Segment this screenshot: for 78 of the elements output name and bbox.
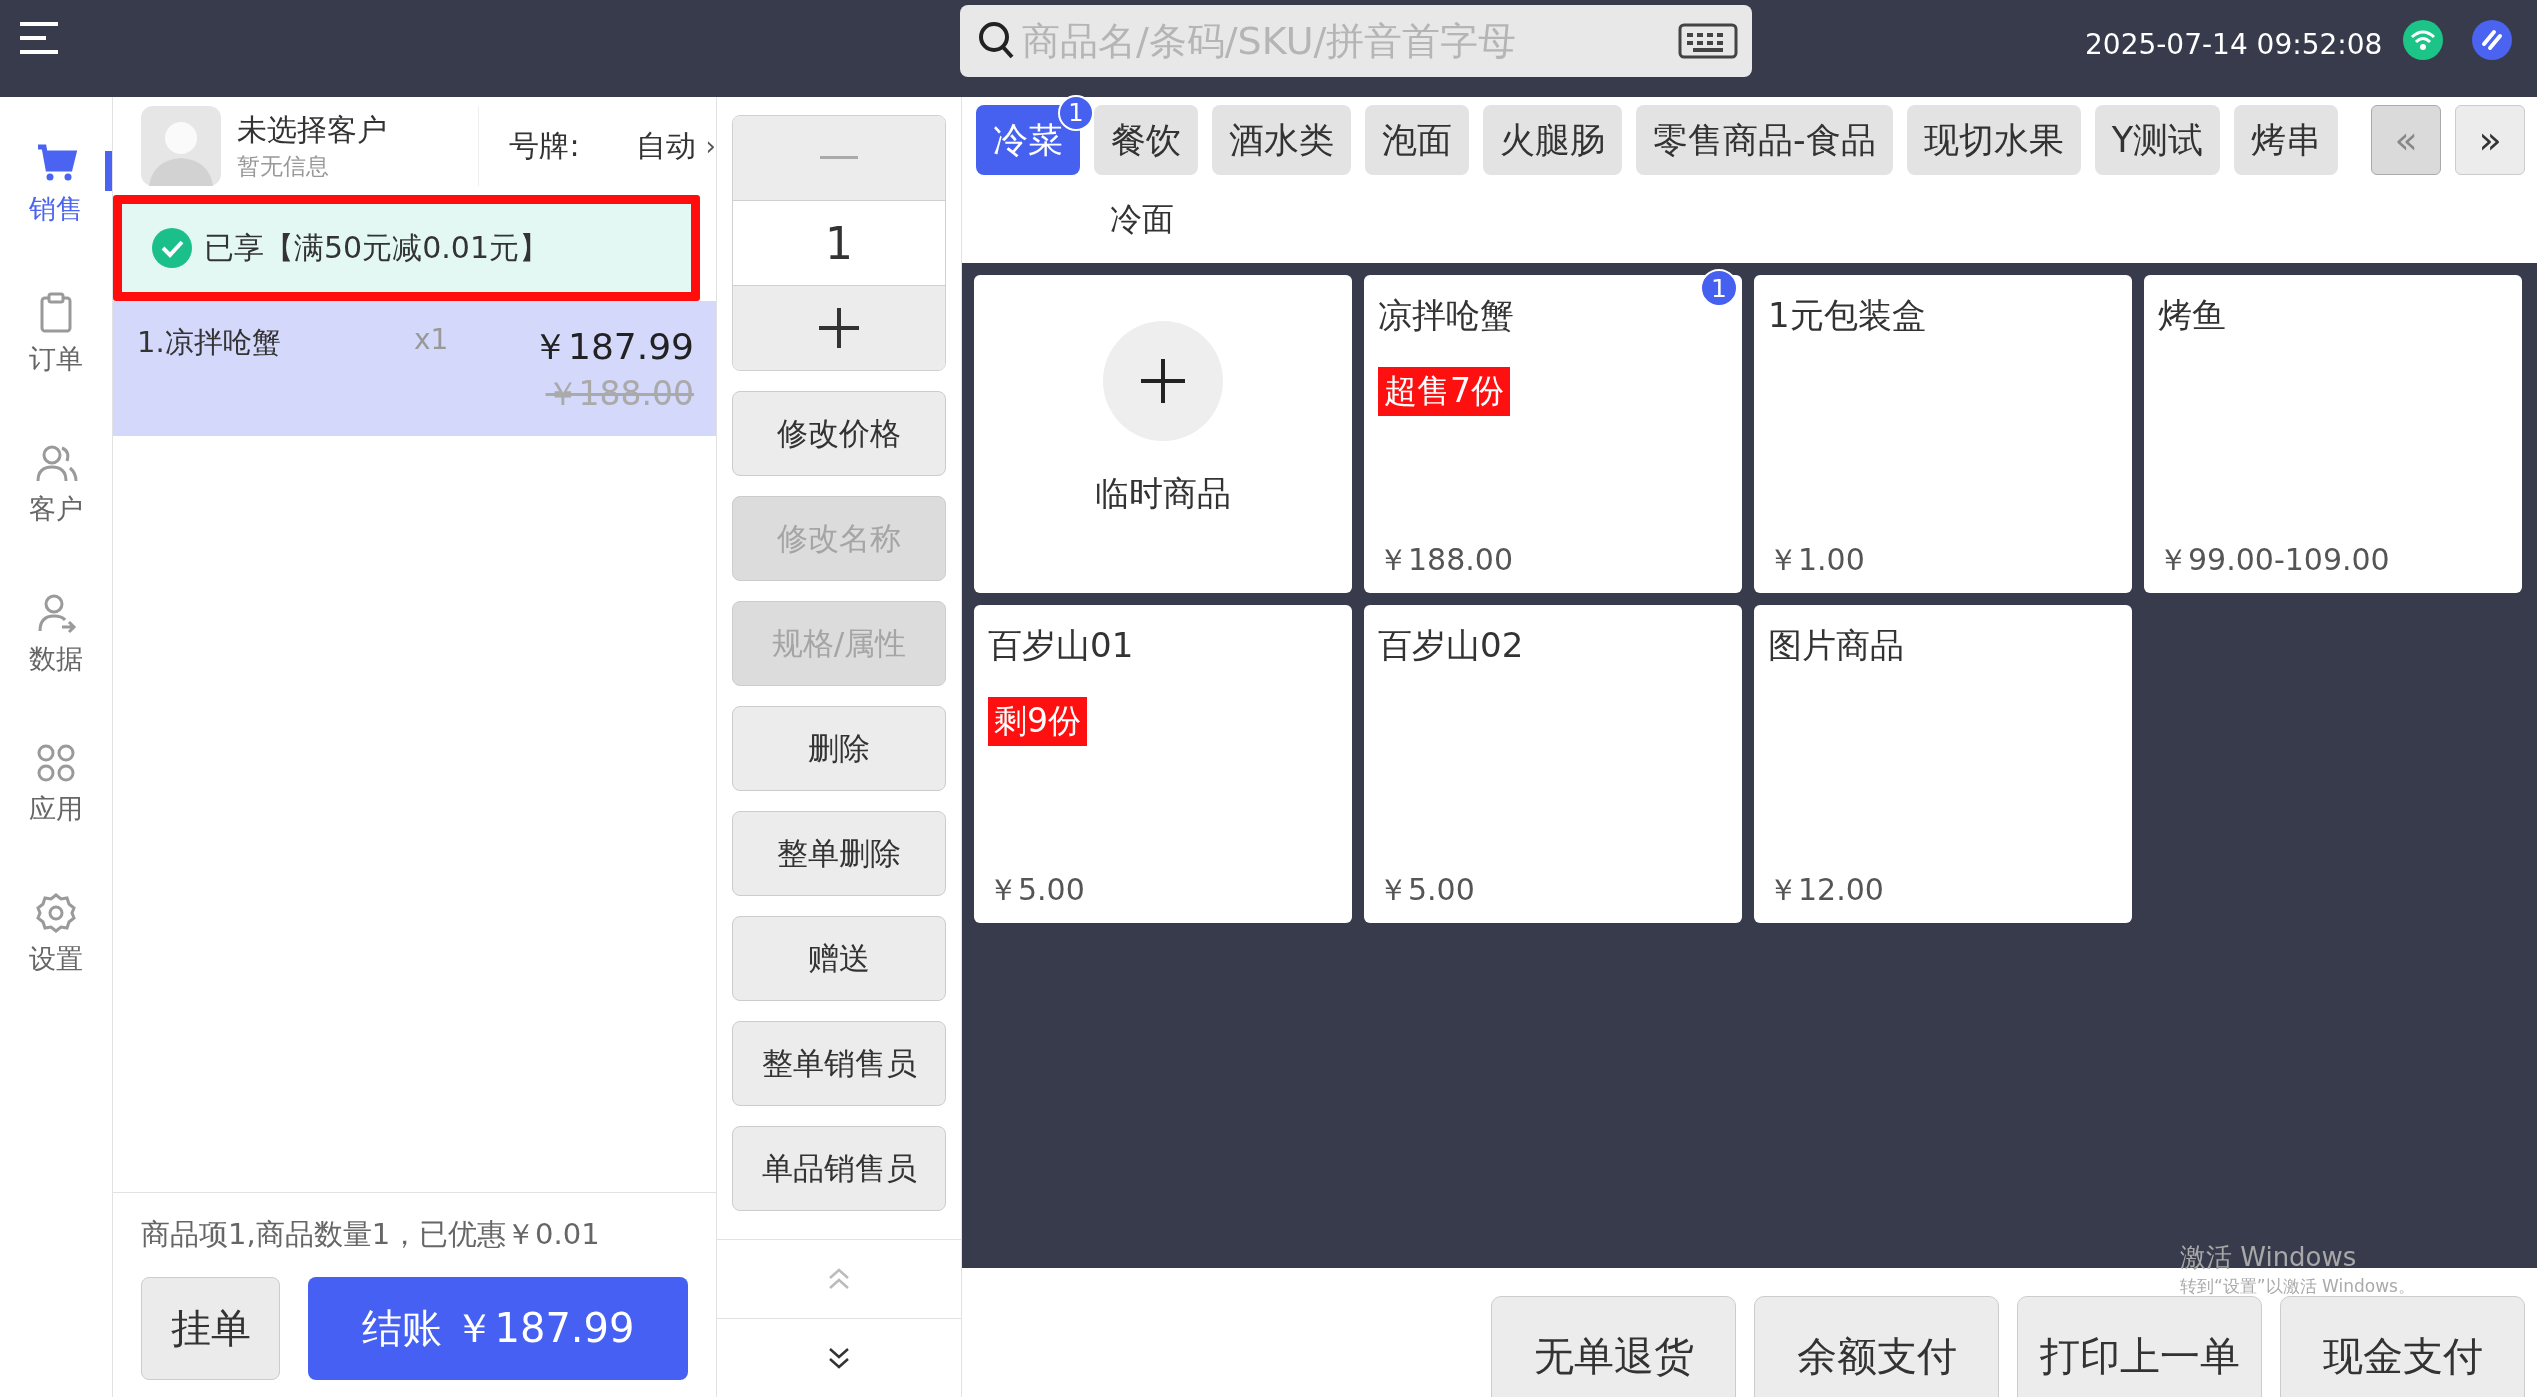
product-name: 凉拌呛蟹 — [1378, 294, 1515, 337]
item-price: ￥187.99 — [532, 325, 694, 369]
category-tab[interactable]: 酒水类 — [1212, 105, 1351, 175]
nav-item[interactable]: 应用 — [0, 741, 112, 891]
nav-item[interactable]: 客户 — [0, 441, 112, 591]
product-name: 图片商品 — [1768, 624, 1905, 667]
product-price: ￥12.00 — [1768, 871, 1885, 909]
scroll-down-icon[interactable] — [828, 1347, 850, 1369]
count-badge: 1 — [1700, 269, 1738, 307]
payment-button[interactable]: 打印上一单 — [2017, 1296, 2262, 1397]
wifi-icon[interactable] — [2403, 20, 2443, 60]
app-icon[interactable] — [2472, 20, 2512, 60]
hold-order-button[interactable]: 挂单 — [141, 1277, 281, 1380]
item-quantity: x1 — [414, 323, 450, 358]
product-price: ￥188.00 — [1378, 541, 1514, 579]
category-tab[interactable]: 火腿肠 — [1483, 105, 1622, 175]
nav-item[interactable]: 订单 — [0, 291, 112, 441]
activation-text: 转到“设置”以激活 Windows。 — [2180, 1275, 2415, 1298]
date-time: 2025-07-14 09:52:08 — [2085, 28, 2383, 61]
cart-item[interactable]: 1.凉拌呛蟹 x1 ￥187.99 ￥188.00 — [113, 301, 716, 436]
nav-item[interactable]: 数据 — [0, 591, 112, 741]
item-name: 1.凉拌呛蟹 — [137, 324, 282, 361]
settings-icon — [34, 891, 78, 935]
category-tab[interactable]: 现切水果 — [1906, 105, 2081, 175]
product-card[interactable]: 百岁山02 ￥5.00 — [1364, 605, 1742, 923]
product-card[interactable]: 1元包装盒 ￥1.00 — [1754, 275, 2132, 593]
minus-icon — [820, 156, 858, 160]
category-tab[interactable]: 餐饮 — [1094, 105, 1198, 175]
product-price: ￥5.00 — [1378, 871, 1476, 909]
plus-icon — [819, 308, 859, 348]
customer-name: 未选择客户 — [237, 111, 387, 149]
active-indicator — [105, 151, 112, 191]
action-button[interactable]: 修改价格 — [732, 391, 946, 476]
order-summary: 商品项1,商品数量1，已优惠￥0.01 — [141, 1216, 601, 1253]
product-card[interactable]: 图片商品 ￥12.00 — [1754, 605, 2132, 923]
product-name: 烤鱼 — [2158, 294, 2227, 337]
payment-button[interactable]: 现金支付 — [2280, 1296, 2525, 1397]
action-button[interactable]: 整单销售员 — [732, 1021, 946, 1106]
product-card[interactable]: 临时商品 — [974, 275, 1352, 593]
category-tab[interactable]: 烤串 — [2234, 105, 2339, 175]
category-tab[interactable]: 零售商品-食品 — [1636, 105, 1893, 175]
action-button[interactable]: 单品销售员 — [732, 1126, 946, 1211]
product-card[interactable]: 百岁山01 剩9份 ￥5.00 — [974, 605, 1352, 923]
product-price: ￥5.00 — [988, 871, 1086, 909]
plate-value[interactable]: 自动 — [635, 125, 696, 167]
product-price: ￥99.00-109.00 — [2158, 541, 2391, 579]
product-name: 百岁山02 — [1378, 624, 1525, 667]
category-tab[interactable]: 泡面 — [1365, 105, 1469, 175]
plus-icon — [1103, 321, 1223, 441]
product-name: 1元包装盒 — [1768, 294, 1927, 337]
product-name: 百岁山01 — [988, 624, 1135, 667]
search-icon — [978, 21, 1016, 61]
chevron-icon[interactable]: › — [705, 131, 716, 161]
next-button[interactable]: » — [2455, 105, 2525, 175]
subcategory-tab[interactable]: 冷面 — [1110, 198, 1174, 242]
action-button[interactable]: 赠送 — [732, 916, 946, 1001]
checkout-button[interactable]: 结账 ￥187.99 — [308, 1277, 688, 1380]
activation-title: 激活 Windows — [2180, 1241, 2358, 1274]
check-icon — [152, 228, 192, 268]
customer-info: 暂无信息 — [237, 152, 330, 181]
product-card[interactable]: 烤鱼 ￥99.00-109.00 — [2144, 275, 2522, 593]
original-price: ￥188.00 — [545, 373, 694, 415]
stock-tag: 超售7份 — [1378, 367, 1510, 416]
promotion-text: 已享【满50元减0.01元】 — [204, 228, 549, 267]
nav-item[interactable]: 设置 — [0, 891, 112, 1041]
quantity-field[interactable]: 1 — [733, 200, 945, 286]
payment-button[interactable]: 无单退货 — [1491, 1296, 1736, 1397]
stock-tag: 剩9份 — [988, 697, 1087, 746]
keyboard-icon[interactable] — [1678, 23, 1738, 59]
category-tab[interactable]: Y测试 — [2094, 105, 2221, 175]
plate-label: 号牌: — [509, 126, 580, 165]
action-button[interactable]: 删除 — [732, 706, 946, 791]
menu-icon[interactable] — [20, 22, 58, 54]
action-button[interactable]: 整单删除 — [732, 811, 946, 896]
product-name: 临时商品 — [1095, 472, 1231, 515]
payment-button[interactable]: 余额支付 — [1754, 1296, 1999, 1397]
nav-item[interactable]: 销售 — [0, 141, 112, 291]
product-price: ￥1.00 — [1768, 541, 1866, 579]
